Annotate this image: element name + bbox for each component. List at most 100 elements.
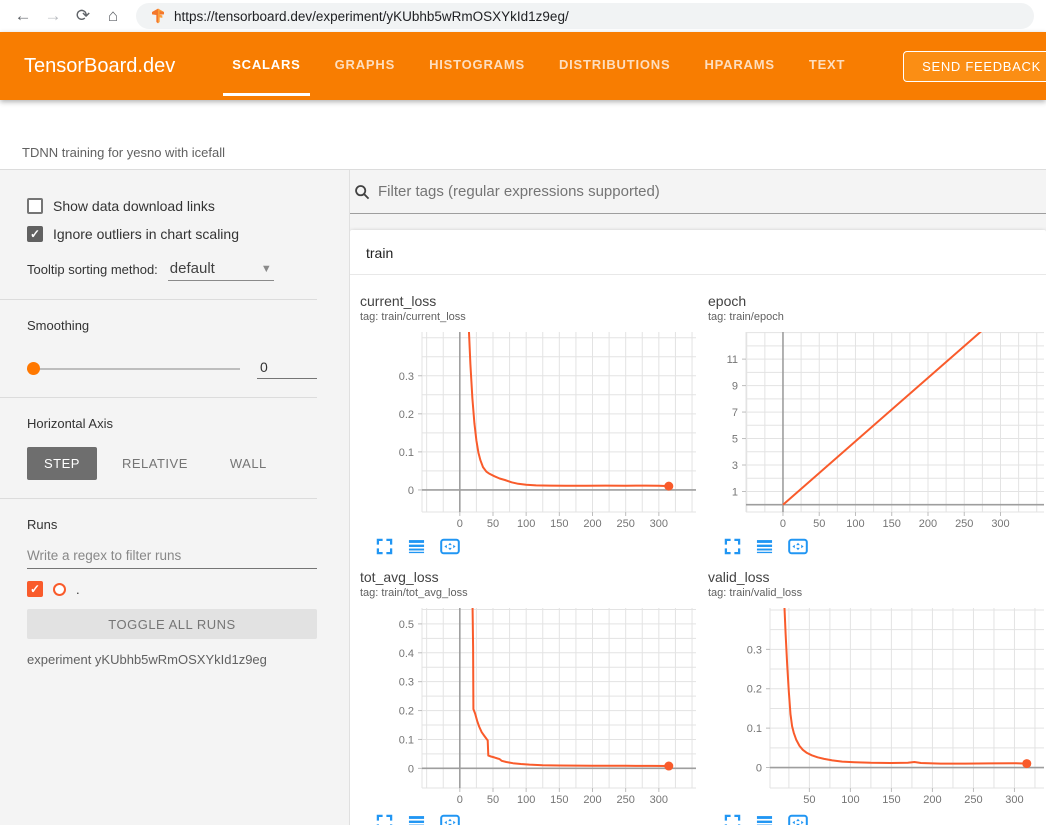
back-icon[interactable]: ← <box>8 1 38 31</box>
section-header-train[interactable]: train <box>350 230 1046 275</box>
main-nav: SCALARS GRAPHS HISTOGRAMS DISTRIBUTIONS … <box>215 32 862 100</box>
tab-hparams[interactable]: HPARAMS <box>687 32 791 100</box>
svg-text:0.3: 0.3 <box>399 677 414 689</box>
tag-filter-input[interactable] <box>370 183 1046 200</box>
smoothing-label: Smoothing <box>27 318 317 333</box>
svg-text:200: 200 <box>583 794 601 806</box>
svg-text:3: 3 <box>732 460 738 472</box>
app-header: TensorBoard.dev SCALARS GRAPHS HISTOGRAM… <box>0 32 1046 100</box>
log-scale-icon[interactable] <box>408 814 425 825</box>
smoothing-slider-thumb[interactable] <box>27 362 40 375</box>
expand-icon[interactable] <box>376 538 393 555</box>
check-icon: ✓ <box>30 228 40 240</box>
tab-text[interactable]: TEXT <box>792 32 862 100</box>
svg-text:0.3: 0.3 <box>747 644 762 656</box>
chart-title: current_loss <box>360 293 698 309</box>
svg-text:100: 100 <box>517 518 535 530</box>
svg-text:0: 0 <box>457 518 463 530</box>
line-chart-valid-loss[interactable]: 5010015020025030000.10.20.3 <box>706 603 1046 810</box>
run-row[interactable]: ✓ . <box>27 581 317 597</box>
chart-title: tot_avg_loss <box>360 569 698 585</box>
axis-wall-button[interactable]: WALL <box>213 447 284 480</box>
send-feedback-button[interactable]: SEND FEEDBACK <box>903 51 1046 82</box>
svg-text:0.4: 0.4 <box>399 648 414 660</box>
tab-distributions[interactable]: DISTRIBUTIONS <box>542 32 688 100</box>
forward-icon[interactable]: → <box>38 1 68 31</box>
smoothing-value[interactable]: 0 <box>257 359 317 379</box>
search-icon <box>354 184 370 200</box>
show-download-links-row[interactable]: ✓ Show data download links <box>27 198 317 214</box>
tab-graphs[interactable]: GRAPHS <box>318 32 412 100</box>
tab-scalars[interactable]: SCALARS <box>215 32 317 100</box>
svg-text:0.5: 0.5 <box>399 619 414 631</box>
train-section-card: train current_loss tag: train/current_lo… <box>350 230 1046 825</box>
svg-text:7: 7 <box>732 407 738 419</box>
expand-icon[interactable] <box>724 538 741 555</box>
fit-domain-icon[interactable] <box>440 538 460 555</box>
log-scale-icon[interactable] <box>756 538 773 555</box>
line-chart-current-loss[interactable]: 05010015020025030000.10.20.3 <box>358 327 698 534</box>
runs-filter-input[interactable] <box>27 542 317 569</box>
toggle-all-runs-button[interactable]: TOGGLE ALL RUNS <box>27 609 317 639</box>
run-color-swatch <box>53 583 66 596</box>
line-chart-tot-avg-loss[interactable]: 05010015020025030000.10.20.30.40.5 <box>358 603 698 810</box>
svg-text:250: 250 <box>964 794 982 806</box>
svg-text:5: 5 <box>732 434 738 446</box>
log-scale-icon[interactable] <box>756 814 773 825</box>
reload-icon[interactable]: ⟳ <box>68 1 98 31</box>
svg-text:50: 50 <box>813 518 825 530</box>
svg-text:100: 100 <box>846 518 864 530</box>
fit-domain-icon[interactable] <box>440 814 460 825</box>
line-chart-epoch[interactable]: 0501001502002503001357911 <box>706 327 1046 534</box>
svg-text:0.1: 0.1 <box>399 447 414 459</box>
tab-histograms[interactable]: HISTOGRAMS <box>412 32 542 100</box>
svg-text:9: 9 <box>732 381 738 393</box>
fit-domain-icon[interactable] <box>788 538 808 555</box>
expand-icon[interactable] <box>724 814 741 825</box>
chart-title: valid_loss <box>708 569 1046 585</box>
runs-label: Runs <box>27 517 317 532</box>
svg-text:0.2: 0.2 <box>747 684 762 696</box>
divider <box>0 299 317 300</box>
svg-text:300: 300 <box>650 794 668 806</box>
svg-text:0: 0 <box>457 794 463 806</box>
svg-text:100: 100 <box>517 794 535 806</box>
smoothing-slider[interactable] <box>27 368 240 370</box>
svg-text:150: 150 <box>882 794 900 806</box>
expand-icon[interactable] <box>376 814 393 825</box>
tooltip-sorting-value: default <box>170 260 215 277</box>
address-bar[interactable]: https://tensorboard.dev/experiment/yKUbh… <box>136 3 1034 29</box>
svg-text:50: 50 <box>803 794 815 806</box>
axis-relative-button[interactable]: RELATIVE <box>105 447 205 480</box>
axis-step-button[interactable]: STEP <box>27 447 97 480</box>
experiment-bar: TDNN training for yesno with icefall <box>0 100 1046 170</box>
ignore-outliers-checkbox[interactable]: ✓ <box>27 226 43 242</box>
tooltip-sorting-select[interactable]: default ▼ <box>168 260 274 281</box>
show-download-links-label: Show data download links <box>53 198 215 214</box>
svg-text:100: 100 <box>841 794 859 806</box>
experiment-id: experiment yKUbhb5wRmOSXYkId1z9eg <box>27 652 317 667</box>
svg-text:250: 250 <box>616 518 634 530</box>
svg-text:0: 0 <box>408 485 414 497</box>
home-icon[interactable]: ⌂ <box>98 1 128 31</box>
svg-text:0.1: 0.1 <box>747 723 762 735</box>
check-icon: ✓ <box>30 583 40 595</box>
svg-text:250: 250 <box>955 518 973 530</box>
chart-card-valid-loss: valid_loss tag: train/valid_loss 5010015… <box>706 569 1046 825</box>
chart-card-epoch: epoch tag: train/epoch 05010015020025030… <box>706 293 1046 555</box>
divider <box>0 498 317 499</box>
ignore-outliers-row[interactable]: ✓ Ignore outliers in chart scaling <box>27 226 317 242</box>
show-download-links-checkbox[interactable]: ✓ <box>27 198 43 214</box>
fit-domain-icon[interactable] <box>788 814 808 825</box>
scalars-dashboard: train current_loss tag: train/current_lo… <box>350 170 1046 825</box>
svg-text:0.1: 0.1 <box>399 734 414 746</box>
chart-title: epoch <box>708 293 1046 309</box>
app-logo[interactable]: TensorBoard.dev <box>24 55 175 78</box>
run-checkbox[interactable]: ✓ <box>27 581 43 597</box>
log-scale-icon[interactable] <box>408 538 425 555</box>
svg-text:0: 0 <box>780 518 786 530</box>
tooltip-sorting-label: Tooltip sorting method: <box>27 262 158 281</box>
svg-text:200: 200 <box>583 518 601 530</box>
experiment-title: TDNN training for yesno with icefall <box>22 145 225 160</box>
horizontal-axis-label: Horizontal Axis <box>27 416 317 431</box>
